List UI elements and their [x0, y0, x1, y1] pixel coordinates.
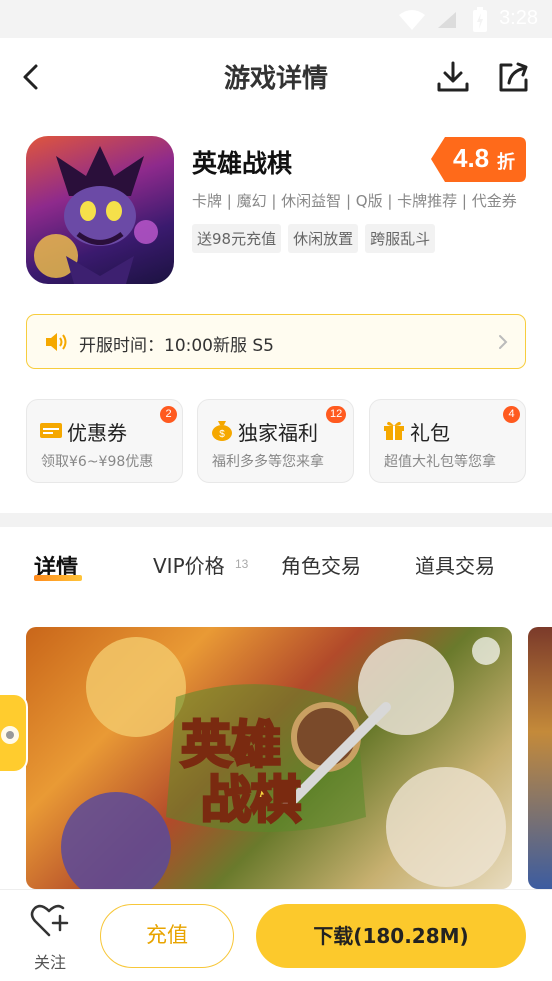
wifi-icon: [399, 10, 425, 30]
game-screenshot[interactable]: 英雄 战棋: [26, 627, 512, 889]
server-open-text: 开服时间：10:00新服 S5: [79, 336, 275, 356]
bottom-action-bar: 关注 充值 下载(180.28M): [0, 889, 552, 981]
count-badge: 2: [160, 406, 177, 423]
follow-label: 关注: [33, 953, 66, 972]
game-tags: 送98元充值 休闲放置 跨服乱斗: [192, 224, 436, 253]
tab-vip-price[interactable]: VIP价格: [153, 550, 225, 579]
status-bar: 3:28: [0, 0, 552, 38]
discount-badge: 4.8 折: [431, 137, 526, 182]
gift-icon: [384, 421, 404, 440]
card-subtitle: 超值大礼包等您拿: [384, 454, 496, 470]
count-badge: 4: [503, 406, 520, 423]
download-icon[interactable]: [434, 58, 472, 96]
discount-value: 4.8: [453, 143, 490, 173]
screenshot-logo-line2: 战棋: [201, 771, 301, 829]
coupon-icon: [40, 423, 62, 438]
game-name: 英雄战棋: [192, 149, 293, 178]
header: 游戏详情: [0, 38, 552, 114]
gift-pack-card[interactable]: 礼包 超值大礼包等您拿 4: [369, 399, 526, 483]
active-tab-indicator: [34, 575, 82, 581]
speaker-icon: [46, 333, 67, 351]
tag: 休闲放置: [288, 224, 359, 253]
tag: 送98元充值: [192, 224, 282, 253]
tab-count-badge: 13: [235, 557, 249, 571]
discount-unit: 折: [497, 152, 515, 173]
battery-icon: [473, 7, 487, 32]
download-button[interactable]: 下载(180.28M): [256, 904, 526, 968]
card-title: 礼包: [410, 421, 450, 445]
tag: 跨服乱斗: [365, 224, 436, 253]
heart-plus-icon: [30, 904, 69, 937]
follow-button[interactable]: 关注: [26, 902, 74, 972]
share-icon[interactable]: [495, 58, 533, 96]
money-bag-icon: $: [212, 421, 232, 441]
section-divider: [0, 513, 552, 527]
floating-assistant-button[interactable]: [0, 693, 28, 773]
game-screenshot-next[interactable]: [528, 627, 552, 889]
card-subtitle: 领取¥6~¥98优惠: [41, 454, 154, 470]
play-video-icon[interactable]: [472, 637, 500, 665]
server-open-banner[interactable]: 开服时间：10:00新服 S5: [26, 314, 526, 369]
count-badge: 12: [326, 406, 347, 423]
chevron-right-icon: [499, 335, 508, 349]
tab-item-trade[interactable]: 道具交易: [415, 550, 495, 579]
game-categories: 卡牌 | 魔幻 | 休闲益智 | Q版 | 卡牌推荐 | 代金券: [192, 192, 517, 210]
svg-text:$: $: [219, 429, 225, 440]
exclusive-benefit-card[interactable]: $ 独家福利 福利多多等您来拿 12: [197, 399, 354, 483]
recharge-button[interactable]: 充值: [100, 904, 234, 968]
screenshot-logo-line1: 英雄: [181, 716, 281, 774]
card-subtitle: 福利多多等您来拿: [212, 454, 324, 470]
card-title: 独家福利: [238, 421, 318, 445]
clock: 3:28: [499, 7, 538, 29]
signal-icon: [438, 12, 456, 28]
game-icon: [26, 136, 174, 284]
card-title: 优惠券: [67, 421, 127, 445]
tab-role-trade[interactable]: 角色交易: [281, 550, 361, 579]
coupon-card[interactable]: 优惠券 领取¥6~¥98优惠 2: [26, 399, 183, 483]
